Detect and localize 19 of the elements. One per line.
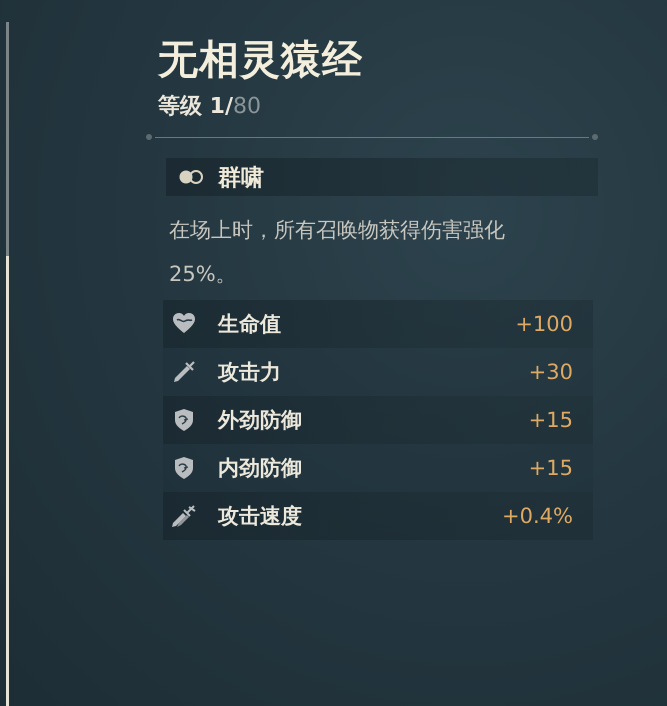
stat-label: 内劲防御 — [218, 455, 302, 482]
stat-value: +15 — [528, 408, 573, 432]
stat-label: 生命值 — [218, 311, 281, 338]
level-text: 等级 1/ — [158, 94, 234, 119]
stat-label: 攻击力 — [218, 359, 281, 386]
stat-value: +30 — [528, 360, 573, 384]
stat-value: +100 — [515, 312, 573, 336]
skill-icon — [178, 169, 204, 185]
scroll-bar[interactable] — [6, 22, 9, 706]
swords-icon — [171, 503, 197, 529]
stat-value: +15 — [528, 456, 573, 480]
skill-name: 群啸 — [218, 162, 264, 192]
item-title: 无相灵猿经 — [158, 35, 364, 85]
stat-label: 攻击速度 — [218, 503, 302, 530]
skill-description: 在场上时，所有召唤物获得伤害强化25%。 — [169, 217, 506, 288]
level-max: 80 — [233, 94, 262, 119]
stat-label: 外劲防御 — [218, 407, 302, 434]
stat-value: +0.4% — [502, 504, 573, 528]
sword-icon — [171, 359, 197, 385]
